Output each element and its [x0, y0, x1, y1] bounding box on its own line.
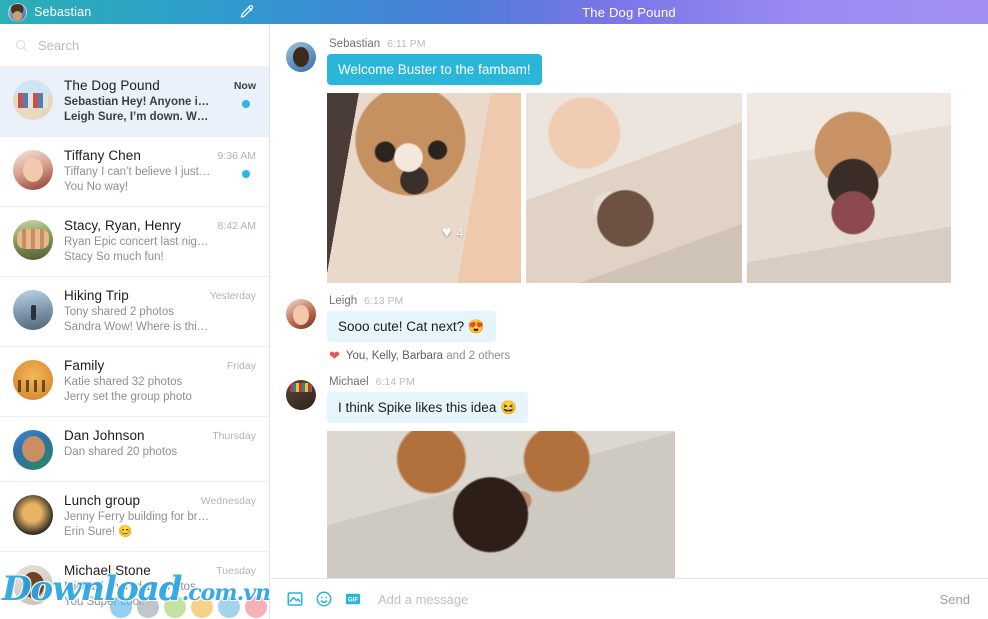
sidebar: The Dog Pound Sebastian Hey! Anyone inte… — [0, 24, 270, 619]
page-title: The Dog Pound — [582, 4, 676, 20]
message-author: Sebastian — [329, 38, 381, 50]
photo-attachment-grid: ♥ 4 — [327, 93, 972, 283]
avatar — [13, 360, 53, 400]
message-row: Michael 6:14 PM I think Spike likes this… — [286, 376, 972, 578]
conversation-title: Tiffany Chen — [64, 148, 141, 163]
avatar — [13, 430, 53, 470]
search-bar[interactable] — [0, 24, 269, 67]
conversation-title: Hiking Trip — [64, 288, 129, 303]
list-item[interactable]: Hiking Trip Tony shared 2 photos Sandra … — [0, 277, 269, 347]
photo-like-count: 4 — [456, 226, 464, 240]
conversation-preview-1: Sebastian Hey! Anyone interested in… — [64, 96, 211, 108]
conversation-preview-1: Michael shared 10 photos — [64, 581, 196, 593]
avatar — [286, 380, 316, 410]
message-timestamp: 6:11 PM — [387, 38, 426, 50]
conversation-timestamp: Tuesday — [216, 565, 256, 577]
conversation-preview-2: You No way! — [64, 181, 129, 193]
conversation-preview-2: Leigh Sure, I’m down. Where should… — [64, 111, 211, 123]
conversation-preview-1: Tiffany I can’t believe I just ran into… — [64, 166, 211, 178]
photo-like-badge[interactable]: ♥ 4 — [442, 225, 463, 241]
conversation-timestamp: 9:36 AM — [217, 150, 256, 162]
list-item[interactable]: Michael Stone Michael shared 10 photos Y… — [0, 552, 269, 619]
image-icon[interactable] — [286, 590, 304, 608]
unread-dot — [242, 100, 250, 108]
conversation-timestamp: Now — [233, 80, 256, 92]
message-input[interactable] — [378, 591, 929, 607]
messenger-app: Sebastian The Dog Pound The Dog Pound Se… — [0, 0, 988, 619]
conversation-preview-1: Katie shared 32 photos — [64, 376, 183, 388]
emoji-icon[interactable] — [315, 590, 333, 608]
svg-text:GIF: GIF — [348, 597, 358, 603]
list-item[interactable]: Family Katie shared 32 photos Jerry set … — [0, 347, 269, 417]
list-item[interactable]: The Dog Pound Sebastian Hey! Anyone inte… — [0, 67, 269, 137]
reaction-names: You, Kelly, Barbara — [345, 349, 444, 362]
message-bubble[interactable]: Welcome Buster to the fambam! — [327, 54, 542, 85]
conversation-title: Stacy, Ryan, Henry — [64, 218, 182, 233]
conversation-title: Family — [64, 358, 105, 373]
conversation-title: Dan Johnson — [64, 428, 145, 443]
conversation-preview-1: Dan shared 20 photos — [64, 446, 178, 458]
heart-icon: ❤ — [329, 348, 340, 363]
top-bar: Sebastian The Dog Pound — [0, 0, 988, 24]
list-item[interactable]: Stacy, Ryan, Henry Ryan Epic concert las… — [0, 207, 269, 277]
list-item[interactable]: Dan Johnson Dan shared 20 photos Thursda… — [0, 417, 269, 482]
conversation-timestamp: 8:42 AM — [217, 220, 256, 232]
reaction-rest: and 2 others — [443, 349, 511, 362]
list-item[interactable]: Tiffany Chen Tiffany I can’t believe I j… — [0, 137, 269, 207]
message-composer: GIF Send — [270, 578, 988, 619]
conversation-title: Michael Stone — [64, 563, 151, 578]
brown-dog-photo[interactable] — [327, 431, 675, 578]
pencil-compose-icon[interactable] — [237, 3, 256, 22]
message-timestamp: 6:14 PM — [375, 376, 415, 388]
list-item[interactable]: Lunch group Jenny Ferry building for bru… — [0, 482, 269, 552]
avatar — [13, 565, 53, 605]
message-timestamp: 6:13 PM — [364, 295, 404, 307]
avatar — [13, 290, 53, 330]
avatar — [286, 299, 316, 329]
heart-icon: ♥ — [442, 224, 452, 241]
conversation-preview-2: You Super cool! — [64, 596, 145, 608]
conversation-preview-1: Tony shared 2 photos — [64, 306, 174, 318]
message-bubble[interactable]: I think Spike likes this idea 😆 — [327, 392, 528, 423]
conversation-list[interactable]: The Dog Pound Sebastian Hey! Anyone inte… — [0, 67, 269, 619]
message-bubble[interactable]: Sooo cute! Cat next? 😍 — [327, 311, 496, 342]
message-author: Michael — [329, 376, 369, 388]
conversation-timestamp: Wednesday — [200, 495, 256, 507]
gif-icon[interactable]: GIF — [344, 590, 362, 608]
bulldog-yawning-photo[interactable] — [747, 93, 951, 283]
conversation-timestamp: Yesterday — [209, 290, 256, 302]
avatar — [286, 42, 316, 72]
message-list: Sebastian 6:11 PM Welcome Buster to the … — [270, 24, 988, 578]
chat-pane: Sebastian 6:11 PM Welcome Buster to the … — [270, 24, 988, 619]
conversation-preview-1: Jenny Ferry building for brunch on Satur… — [64, 511, 211, 523]
account-bar: Sebastian — [0, 0, 270, 24]
conversation-preview-2: Jerry set the group photo — [64, 391, 192, 403]
bulldog-portrait-photo[interactable]: ♥ 4 — [327, 93, 521, 283]
conversation-preview-2: Erin Sure! 😊 — [64, 526, 133, 538]
search-icon — [15, 39, 28, 52]
reaction-row[interactable]: ❤ You, Kelly, Barbara and 2 others — [327, 349, 972, 362]
avatar — [8, 2, 27, 22]
unread-dot — [242, 170, 250, 178]
message-row: Sebastian 6:11 PM Welcome Buster to the … — [286, 38, 972, 85]
conversation-title: Lunch group — [64, 493, 141, 508]
avatar — [13, 495, 53, 535]
bulldog-being-petted-photo[interactable] — [526, 93, 742, 283]
message-row: Leigh 6:13 PM Sooo cute! Cat next? 😍 ❤ Y… — [286, 295, 972, 362]
conversation-timestamp: Thursday — [212, 430, 256, 442]
avatar — [13, 220, 53, 260]
send-button[interactable]: Send — [940, 592, 970, 607]
message-author: Leigh — [329, 295, 358, 307]
conversation-preview-1: Ryan Epic concert last night! - 27 photo… — [64, 236, 211, 248]
avatar — [13, 80, 53, 120]
conversation-preview-2: Sandra Wow! Where is this, Tony? — [64, 321, 211, 333]
conversation-timestamp: Friday — [226, 360, 256, 372]
account-name: Sebastian — [34, 5, 92, 19]
search-input[interactable] — [38, 37, 218, 53]
conversation-preview-2: Stacy So much fun! — [64, 251, 164, 263]
avatar — [13, 150, 53, 190]
conversation-title: The Dog Pound — [64, 78, 160, 93]
